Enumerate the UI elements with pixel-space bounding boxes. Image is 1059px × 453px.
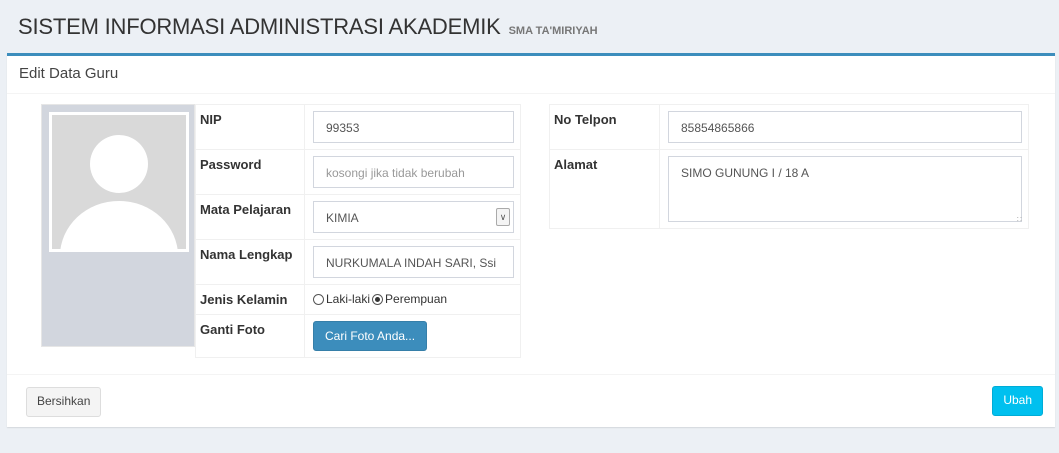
teacher-form-left: NIP 99353 Password kosongi jika tidak be… bbox=[195, 104, 521, 358]
subject-select[interactable]: KIMIA ∨ bbox=[313, 201, 514, 233]
avatar-placeholder-icon bbox=[52, 115, 186, 249]
edit-teacher-panel: Edit Data Guru NIP 99353 Password kosong… bbox=[7, 53, 1055, 427]
address-textarea[interactable]: SIMO GUNUNG I / 18 A bbox=[668, 156, 1022, 222]
teacher-form-right: No Telpon 85854865866 Alamat SIMO GUNUNG… bbox=[549, 104, 1029, 229]
nip-input[interactable]: 99353 bbox=[313, 111, 514, 143]
full-name-label: Nama Lengkap bbox=[195, 239, 305, 285]
full-name-input[interactable]: NURKUMALA INDAH SARI, Ssi bbox=[313, 246, 514, 278]
phone-label: No Telpon bbox=[549, 104, 660, 150]
photo-label: Ganti Foto bbox=[195, 314, 305, 358]
school-name: SMA TA'MIRIYAH bbox=[508, 25, 598, 37]
gender-female-label: Perempuan bbox=[385, 292, 448, 306]
password-input[interactable]: kosongi jika tidak berubah bbox=[313, 156, 514, 188]
subject-label: Mata Pelajaran bbox=[195, 194, 305, 240]
gender-radio-group: Laki-laki Perempuan bbox=[313, 291, 514, 306]
password-label: Password bbox=[195, 149, 305, 195]
chevron-down-icon: ∨ bbox=[496, 208, 510, 226]
resize-grip-icon[interactable]: ∷ bbox=[1017, 215, 1022, 224]
photo-cell bbox=[41, 104, 195, 347]
panel-title: Edit Data Guru bbox=[7, 56, 1055, 94]
clear-button[interactable]: Bersihkan bbox=[26, 387, 102, 417]
panel-footer: Bersihkan Ubah bbox=[7, 374, 1055, 427]
teacher-photo bbox=[49, 112, 189, 252]
address-label: Alamat bbox=[549, 149, 660, 229]
gender-label: Jenis Kelamin bbox=[195, 284, 305, 315]
page-header: SISTEM INFORMASI ADMINISTRASI AKADEMIK S… bbox=[18, 14, 598, 46]
gender-male-label: Laki-laki bbox=[326, 292, 371, 306]
gender-radio-male[interactable] bbox=[313, 293, 324, 305]
panel-body: NIP 99353 Password kosongi jika tidak be… bbox=[7, 94, 1055, 375]
gender-radio-female[interactable] bbox=[372, 293, 384, 305]
browse-photo-button[interactable]: Cari Foto Anda... bbox=[313, 321, 428, 351]
app-title: SISTEM INFORMASI ADMINISTRASI AKADEMIK bbox=[18, 14, 501, 39]
update-button[interactable]: Ubah bbox=[992, 386, 1043, 416]
subject-selected-value: KIMIA bbox=[313, 201, 514, 233]
nip-label: NIP bbox=[195, 104, 305, 150]
phone-input[interactable]: 85854865866 bbox=[668, 111, 1022, 143]
